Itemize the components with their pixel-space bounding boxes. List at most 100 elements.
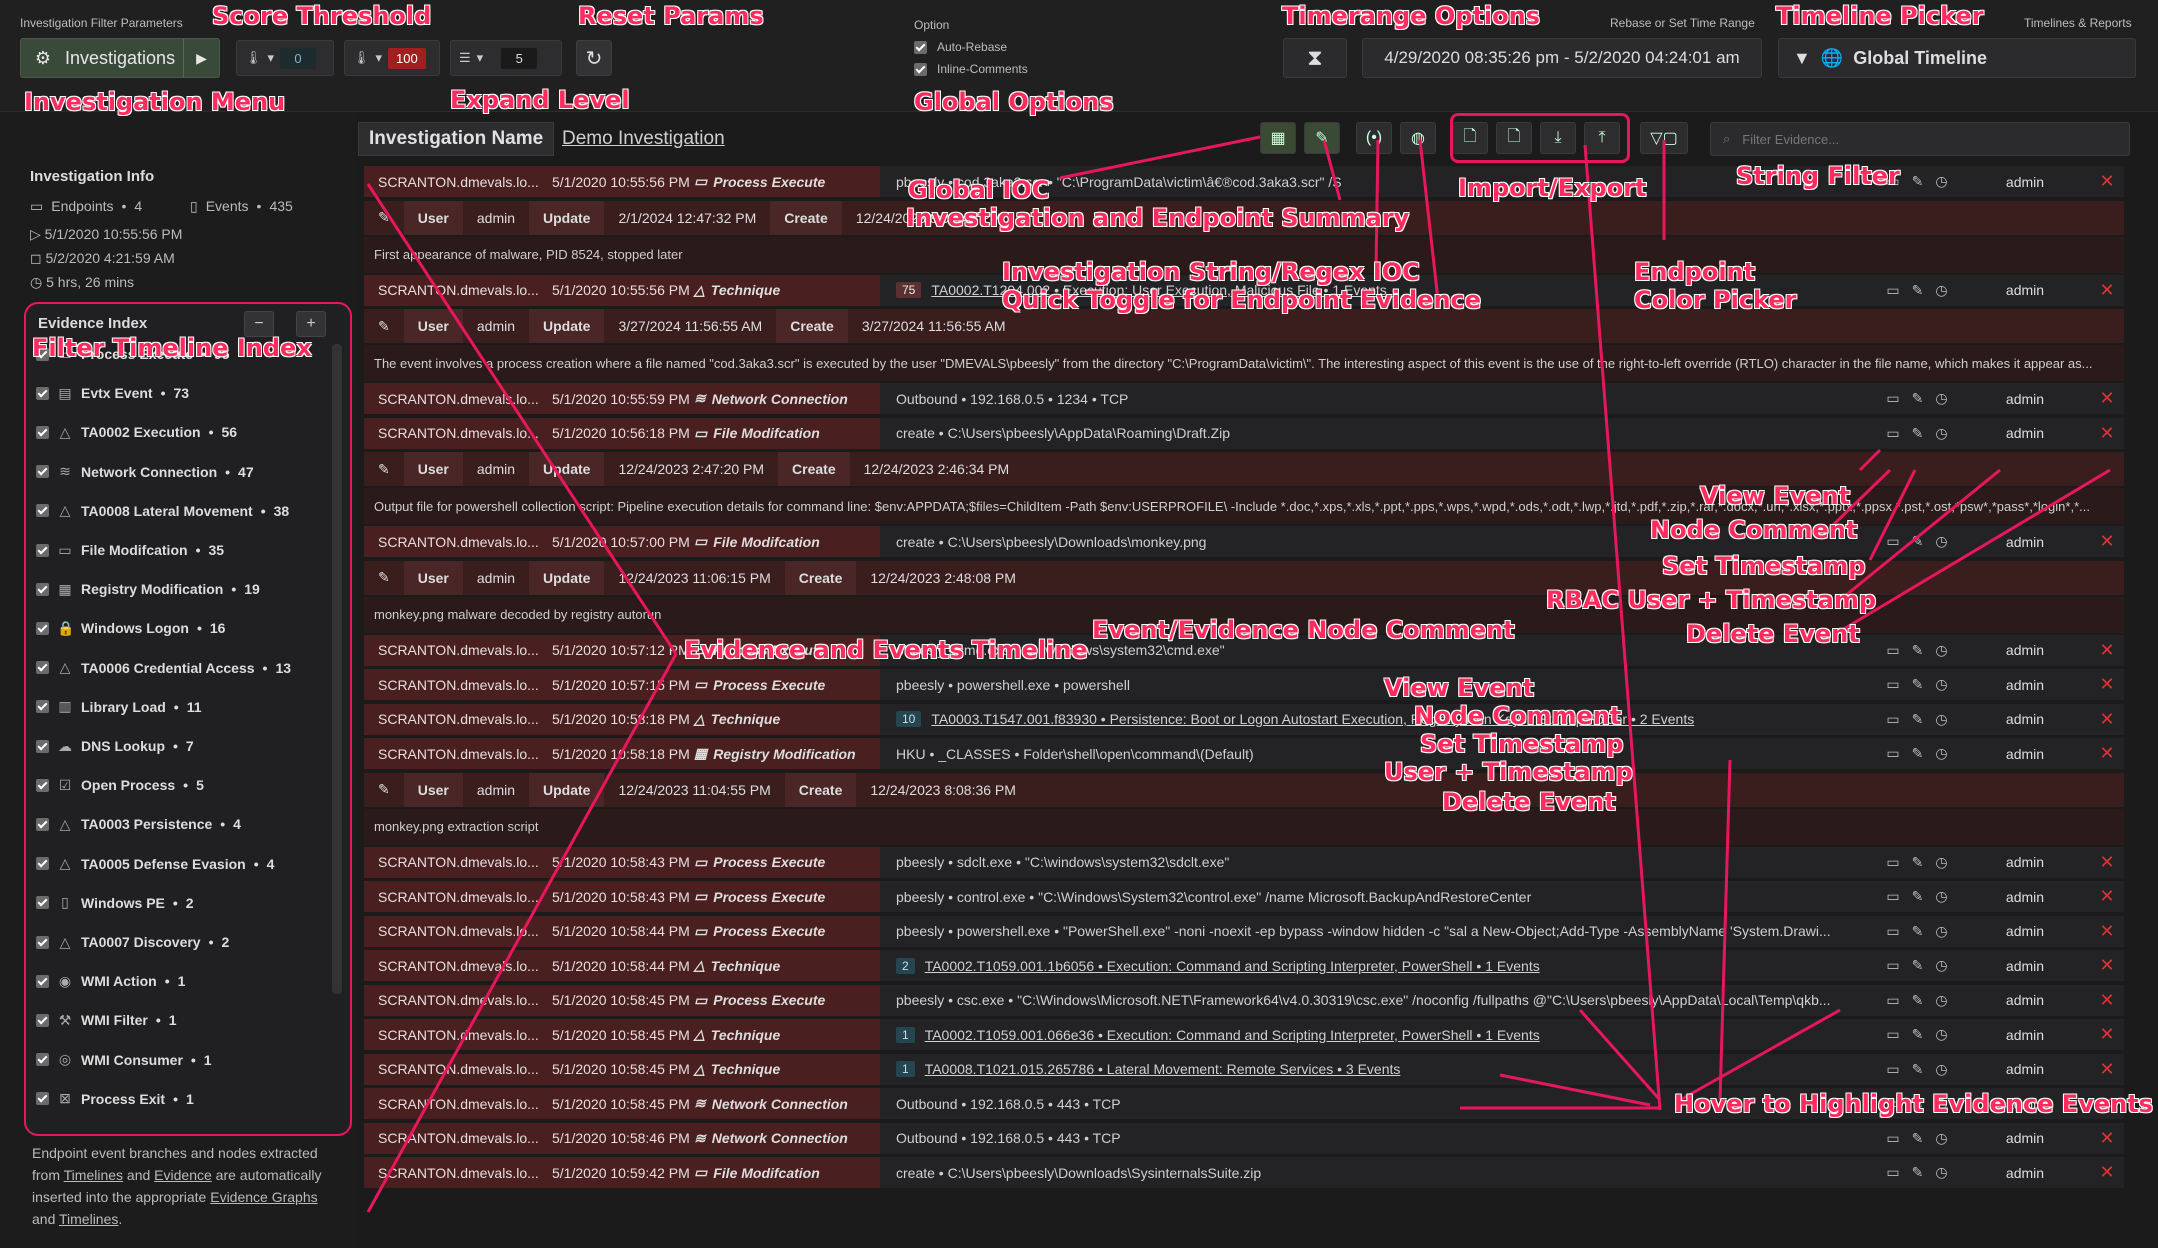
delete-event-icon[interactable]: ✕ (2090, 846, 2124, 878)
view-event-icon[interactable]: ▭ (1886, 923, 1899, 940)
export-file-button[interactable]: 🗋 (1496, 122, 1532, 154)
filter-checkbox[interactable] (36, 661, 49, 675)
node-comment-icon[interactable]: ✎ (1912, 1164, 1924, 1181)
set-timestamp-icon[interactable]: ◷ (1935, 533, 1947, 550)
import-button[interactable]: 🗋 (1452, 122, 1488, 154)
evidence-index-item[interactable]: ⚒ WMI Filter • 1 (36, 1008, 177, 1032)
expand-level-value[interactable]: 5 (501, 47, 538, 69)
event-detail[interactable]: TA0003.T1547.001.f83930 • Persistence: B… (931, 711, 1694, 727)
node-comment-icon[interactable]: ✎ (1912, 711, 1924, 728)
endpoint-host[interactable]: SCRANTON.dmevals.lo... (364, 669, 550, 700)
timeline-event-row[interactable]: SCRANTON.dmevals.lo... 5/1/2020 10:58:45 … (364, 984, 2124, 1016)
endpoint-host[interactable]: SCRANTON.dmevals.lo... (364, 1053, 550, 1085)
timeline-event-row[interactable]: SCRANTON.dmevals.lo... 5/1/2020 10:59:42 … (364, 1157, 2124, 1188)
edit-comment-icon[interactable]: ✎ (364, 773, 404, 807)
filter-checkbox[interactable] (36, 1053, 49, 1067)
filter-checkbox[interactable] (36, 504, 49, 518)
inline-comments-option[interactable]: Inline-Comments (914, 62, 1028, 76)
timerange-options-button[interactable]: ⧗ (1283, 38, 1347, 78)
tab-demo-investigation[interactable]: Demo Investigation (562, 122, 725, 156)
evidence-index-item[interactable]: △ TA0008 Lateral Movement • 38 (36, 499, 289, 523)
view-event-icon[interactable]: ▭ (1886, 173, 1899, 190)
set-timestamp-icon[interactable]: ◷ (1935, 676, 1947, 693)
score-high-control[interactable]: 🌡 ▾ 100 (344, 40, 440, 76)
view-event-icon[interactable]: ▭ (1886, 1061, 1899, 1078)
delete-event-icon[interactable]: ✕ (2090, 1019, 2124, 1050)
inline-comments-checkbox[interactable] (914, 62, 927, 76)
set-timestamp-icon[interactable]: ◷ (1935, 390, 1947, 407)
delete-event-icon[interactable]: ✕ (2090, 1053, 2124, 1085)
node-comment-icon[interactable]: ✎ (1912, 676, 1924, 693)
timeline-event-row[interactable]: SCRANTON.dmevals.lo... 5/1/2020 10:56:18 … (364, 417, 2124, 449)
evidence-index-scrollbar[interactable] (332, 344, 342, 994)
evidence-index-item[interactable]: ◎ WMI Consumer • 1 (36, 1048, 212, 1072)
view-event-icon[interactable]: ▭ (1886, 425, 1899, 442)
endpoint-host[interactable]: SCRANTON.dmevals.lo... (364, 1157, 550, 1188)
view-event-icon[interactable]: ▭ (1886, 533, 1899, 550)
delete-event-icon[interactable]: ✕ (2090, 417, 2124, 449)
set-timestamp-icon[interactable]: ◷ (1935, 745, 1947, 762)
timeline-event-row[interactable]: SCRANTON.dmevals.lo... 5/1/2020 10:55:59 … (364, 383, 2124, 414)
node-comment-icon[interactable]: ✎ (1912, 1026, 1924, 1043)
set-timestamp-icon[interactable]: ◷ (1935, 1061, 1947, 1078)
global-ioc-button[interactable]: ✎ (1304, 122, 1340, 154)
evidence-index-item[interactable]: △ TA0003 Persistence • 4 (36, 812, 241, 836)
evidence-index-item[interactable]: ▦ Registry Modification • 19 (36, 577, 260, 601)
delete-event-icon[interactable]: ✕ (2090, 915, 2124, 947)
filter-checkbox[interactable] (36, 347, 49, 361)
evidence-index-item[interactable]: ≋ Network Connection • 47 (36, 460, 254, 484)
delete-event-icon[interactable]: ✕ (2090, 1122, 2124, 1154)
node-comment-icon[interactable]: ✎ (1912, 390, 1924, 407)
timeline-event-row[interactable]: SCRANTON.dmevals.lo... 5/1/2020 10:58:44 … (364, 915, 2124, 947)
filter-checkbox[interactable] (36, 974, 49, 988)
collapse-button[interactable]: − (244, 311, 274, 337)
timeline-picker[interactable]: ▼ 🌐 Global Timeline (1778, 38, 2136, 78)
delete-event-icon[interactable]: ✕ (2090, 738, 2124, 769)
delete-event-icon[interactable]: ✕ (2090, 881, 2124, 912)
event-detail[interactable]: TA0002.T1204.002 • Execution: User Execu… (931, 282, 1386, 298)
color-picker-button[interactable]: ▽▢ (1640, 122, 1688, 154)
time-range-display[interactable]: 4/29/2020 08:35:26 pm - 5/2/2020 04:24:0… (1362, 38, 1762, 78)
filter-checkbox[interactable] (36, 425, 49, 439)
evidence-index-item[interactable]: △ TA0007 Discovery • 2 (36, 930, 229, 954)
set-timestamp-icon[interactable]: ◷ (1935, 992, 1947, 1009)
timeline-event-row[interactable]: SCRANTON.dmevals.lo... 5/1/2020 10:58:45 … (364, 1088, 2124, 1119)
endpoint-host[interactable]: SCRANTON.dmevals.lo... (364, 881, 550, 912)
set-timestamp-icon[interactable]: ◷ (1935, 923, 1947, 940)
delete-event-icon[interactable]: ✕ (2090, 634, 2124, 666)
view-event-icon[interactable]: ▭ (1886, 992, 1899, 1009)
evidence-index-item[interactable]: ▭ Process Execute • 95 (36, 342, 230, 366)
event-detail[interactable]: TA0002.T1059.001.1b6056 • Execution: Com… (925, 958, 1540, 974)
set-timestamp-icon[interactable]: ◷ (1935, 1026, 1947, 1043)
delete-event-icon[interactable]: ✕ (2090, 274, 2124, 306)
string-ioc-button[interactable]: (•) (1356, 122, 1392, 154)
timelines-link-2[interactable]: Timelines (59, 1211, 118, 1227)
filter-checkbox[interactable] (36, 935, 49, 949)
node-comment-icon[interactable]: ✎ (1912, 1095, 1924, 1112)
filter-evidence-input[interactable]: ⌕ Filter Evidence... (1710, 122, 2130, 156)
evidence-index-item[interactable]: ☑ Open Process • 5 (36, 773, 204, 797)
endpoint-host[interactable]: SCRANTON.dmevals.lo... (364, 1088, 550, 1119)
node-comment-icon[interactable]: ✎ (1912, 923, 1924, 940)
tab-investigation-name[interactable]: Investigation Name (358, 122, 555, 156)
timeline-event-row[interactable]: SCRANTON.dmevals.lo... 5/1/2020 10:58:45 … (364, 1053, 2124, 1085)
filter-checkbox[interactable] (36, 543, 49, 557)
set-timestamp-icon[interactable]: ◷ (1935, 642, 1947, 659)
timeline-event-row[interactable]: SCRANTON.dmevals.lo... 5/1/2020 10:55:56 … (364, 274, 2124, 306)
filter-checkbox[interactable] (36, 1013, 49, 1027)
filter-checkbox[interactable] (36, 621, 49, 635)
auto-rebase-checkbox[interactable] (914, 40, 927, 54)
investigations-button[interactable]: ⚙ Investigations ▶ (20, 38, 220, 78)
timeline-event-row[interactable]: SCRANTON.dmevals.lo... 5/1/2020 10:57:00 … (364, 526, 2124, 557)
evidence-index-item[interactable]: ⊠ Process Exit • 1 (36, 1087, 194, 1111)
delete-event-icon[interactable]: ✕ (2090, 669, 2124, 700)
timeline-event-row[interactable]: SCRANTON.dmevals.lo... 5/1/2020 10:57:15 … (364, 669, 2124, 700)
view-event-icon[interactable]: ▭ (1886, 390, 1899, 407)
view-event-icon[interactable]: ▭ (1886, 888, 1899, 905)
evidence-index-item[interactable]: 🔒 Windows Logon • 16 (36, 616, 225, 640)
filter-checkbox[interactable] (36, 582, 49, 596)
view-event-icon[interactable]: ▭ (1886, 1026, 1899, 1043)
endpoint-host[interactable]: SCRANTON.dmevals.lo... (364, 703, 550, 735)
timeline-event-row[interactable]: SCRANTON.dmevals.lo... 5/1/2020 10:58:18 … (364, 703, 2124, 735)
event-detail[interactable]: TA0008.T1021.015.265786 • Lateral Moveme… (925, 1061, 1401, 1077)
